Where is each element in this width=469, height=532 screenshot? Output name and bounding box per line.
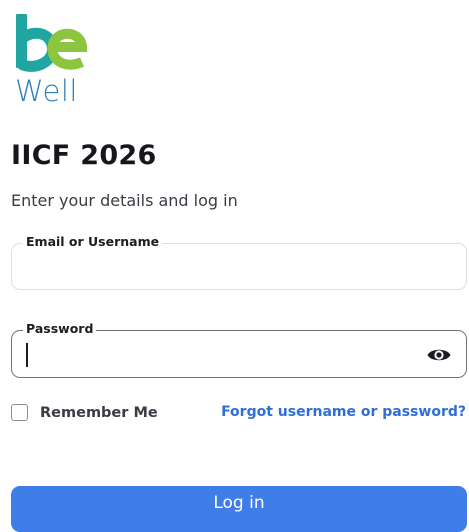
remember-me-checkbox[interactable]	[11, 404, 28, 421]
page-title: IICF 2026	[11, 140, 157, 171]
password-input[interactable]	[24, 340, 404, 368]
password-label: Password	[23, 321, 97, 337]
forgot-credentials-link[interactable]: Forgot username or password?	[221, 404, 466, 420]
remember-me-label: Remember Me	[40, 404, 158, 421]
email-input[interactable]	[24, 253, 404, 281]
be-logo-mark	[16, 14, 88, 72]
login-button[interactable]: Log in	[11, 486, 467, 532]
email-field[interactable]: Email or Username	[11, 234, 467, 290]
page-subtitle: Enter your details and log in	[11, 191, 238, 210]
email-label: Email or Username	[23, 234, 163, 250]
remember-me[interactable]: Remember Me	[11, 404, 158, 421]
eye-icon[interactable]	[426, 343, 452, 367]
password-field[interactable]: Password	[11, 321, 467, 378]
bewell-logo: Well	[12, 14, 98, 108]
logo-wordmark: Well	[15, 74, 78, 108]
